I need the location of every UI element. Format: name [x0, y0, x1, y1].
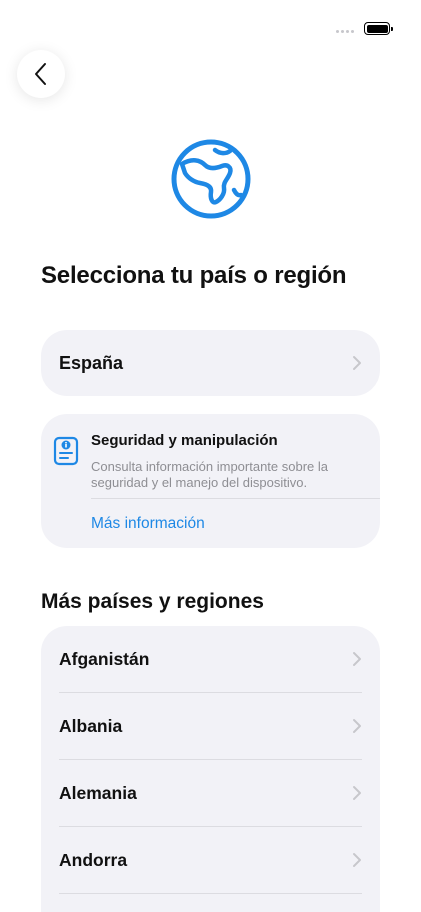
selected-country-row[interactable]: España [41, 330, 380, 396]
back-button[interactable] [17, 50, 65, 98]
selected-country-label: España [59, 352, 124, 373]
selected-country-card[interactable]: España [41, 330, 380, 396]
chevron-right-icon [353, 719, 361, 733]
page-title: Selecciona tu país o región [41, 262, 347, 289]
list-item-afganistan[interactable]: Afganistán [41, 626, 380, 692]
chevron-right-icon [353, 853, 361, 867]
country-label: Afganistán [59, 648, 150, 669]
info-description: Consulta información importante sobre la… [91, 459, 329, 490]
chevron-right-icon [353, 356, 361, 370]
chevron-right-icon [353, 652, 361, 666]
region-select-screen: Selecciona tu país o región España Segur… [0, 0, 421, 912]
chevron-right-icon [353, 786, 361, 800]
more-countries-heading: Más países y regiones [41, 590, 264, 613]
country-list: Afganistán Albania Alemania Andorra [41, 626, 380, 912]
info-document-icon [53, 436, 79, 466]
list-item-andorra[interactable]: Andorra [41, 827, 380, 893]
more-info-link[interactable]: Más información [91, 515, 205, 533]
battery-icon [364, 22, 393, 35]
country-label: Andorra [59, 849, 128, 870]
info-title: Seguridad y manipulación [91, 432, 278, 449]
country-label: Alemania [59, 782, 137, 803]
divider [91, 498, 380, 499]
country-label: Albania [59, 715, 123, 736]
list-item-alemania[interactable]: Alemania [41, 760, 380, 826]
list-item-albania[interactable]: Albania [41, 693, 380, 759]
globe-icon [171, 139, 251, 219]
divider [59, 893, 362, 894]
signal-dots-icon [336, 30, 354, 33]
chevron-left-icon [35, 63, 46, 85]
safety-info-card: Seguridad y manipulación Consulta inform… [41, 414, 380, 548]
